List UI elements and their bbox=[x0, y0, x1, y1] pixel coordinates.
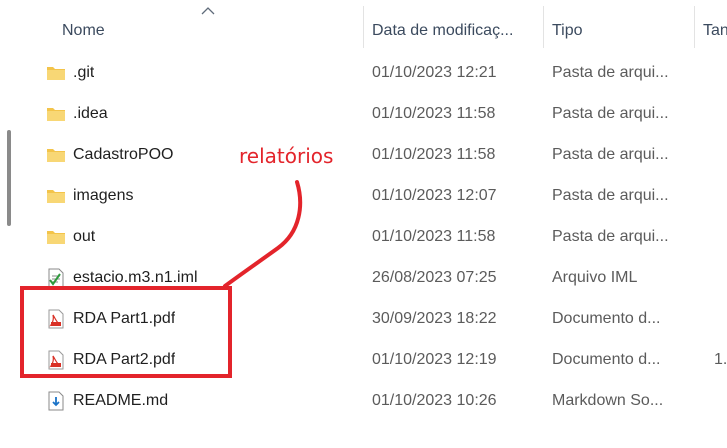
column-header-bar: Nome Data de modificaç... Tipo Tan bbox=[0, 0, 727, 60]
file-name: out bbox=[73, 228, 96, 245]
file-date-modified: 01/10/2023 12:19 bbox=[372, 351, 497, 368]
sort-ascending-icon bbox=[201, 7, 215, 15]
file-name: README.md bbox=[73, 392, 169, 409]
file-date-modified: 01/10/2023 10:26 bbox=[372, 392, 497, 409]
file-name: CadastroPOO bbox=[73, 146, 174, 163]
iml-file-icon bbox=[48, 268, 64, 288]
annotation-label: relatórios bbox=[239, 144, 334, 168]
file-name: estacio.m3.n1.iml bbox=[73, 269, 198, 286]
file-row[interactable]: estacio.m3.n1.iml 26/08/2023 07:25 Arqui… bbox=[0, 257, 727, 298]
file-type: Arquivo IML bbox=[552, 269, 638, 286]
file-name: RDA Part2.pdf bbox=[73, 351, 176, 368]
folder-icon bbox=[47, 149, 65, 162]
file-type: Pasta de arqui... bbox=[552, 146, 669, 163]
file-type: Documento d... bbox=[552, 310, 661, 327]
file-date-modified: 01/10/2023 11:58 bbox=[372, 228, 496, 245]
column-header-size[interactable]: Tan bbox=[703, 20, 727, 42]
file-row[interactable]: out 01/10/2023 11:58 Pasta de arqui... bbox=[0, 216, 727, 257]
file-type: Pasta de arqui... bbox=[552, 187, 669, 204]
file-type: Markdown So... bbox=[552, 392, 664, 409]
file-row[interactable]: README.md 01/10/2023 10:26 Markdown So..… bbox=[0, 380, 727, 421]
column-divider[interactable] bbox=[694, 6, 695, 48]
file-row[interactable]: .idea 01/10/2023 11:58 Pasta de arqui... bbox=[0, 93, 727, 134]
file-name: imagens bbox=[73, 187, 134, 204]
file-type: Pasta de arqui... bbox=[552, 64, 669, 81]
column-divider[interactable] bbox=[363, 6, 364, 48]
file-date-modified: 01/10/2023 11:58 bbox=[372, 146, 496, 163]
file-row[interactable]: imagens 01/10/2023 12:07 Pasta de arqui.… bbox=[0, 175, 727, 216]
file-row[interactable]: .git 01/10/2023 12:21 Pasta de arqui... bbox=[0, 52, 727, 93]
file-type: Pasta de arqui... bbox=[552, 105, 669, 122]
file-date-modified: 01/10/2023 11:58 bbox=[372, 105, 496, 122]
column-header-type[interactable]: Tipo bbox=[552, 20, 682, 42]
file-date-modified: 01/10/2023 12:21 bbox=[372, 64, 497, 81]
file-size: 1. bbox=[714, 351, 727, 368]
folder-icon bbox=[47, 231, 65, 244]
file-date-modified: 26/08/2023 07:25 bbox=[372, 269, 497, 286]
folder-icon bbox=[47, 190, 65, 203]
column-divider[interactable] bbox=[543, 6, 544, 48]
folder-icon bbox=[47, 67, 65, 80]
column-header-date-modified[interactable]: Data de modificaç... bbox=[372, 20, 534, 42]
file-type: Pasta de arqui... bbox=[552, 228, 669, 245]
pdf-file-icon bbox=[48, 350, 64, 370]
file-name: RDA Part1.pdf bbox=[73, 310, 176, 327]
file-date-modified: 30/09/2023 18:22 bbox=[372, 310, 497, 327]
file-date-modified: 01/10/2023 12:07 bbox=[372, 187, 497, 204]
file-row[interactable]: RDA Part1.pdf 30/09/2023 18:22 Documento… bbox=[0, 298, 727, 339]
pdf-file-icon bbox=[48, 309, 64, 329]
markdown-file-icon bbox=[48, 391, 64, 411]
folder-icon bbox=[47, 108, 65, 121]
file-row[interactable]: RDA Part2.pdf 01/10/2023 12:19 Documento… bbox=[0, 339, 727, 380]
file-name: .idea bbox=[73, 105, 108, 122]
file-row[interactable]: CadastroPOO 01/10/2023 11:58 Pasta de ar… bbox=[0, 134, 727, 175]
column-header-name[interactable]: Nome bbox=[62, 20, 352, 42]
file-name: .git bbox=[73, 64, 95, 81]
file-type: Documento d... bbox=[552, 351, 661, 368]
